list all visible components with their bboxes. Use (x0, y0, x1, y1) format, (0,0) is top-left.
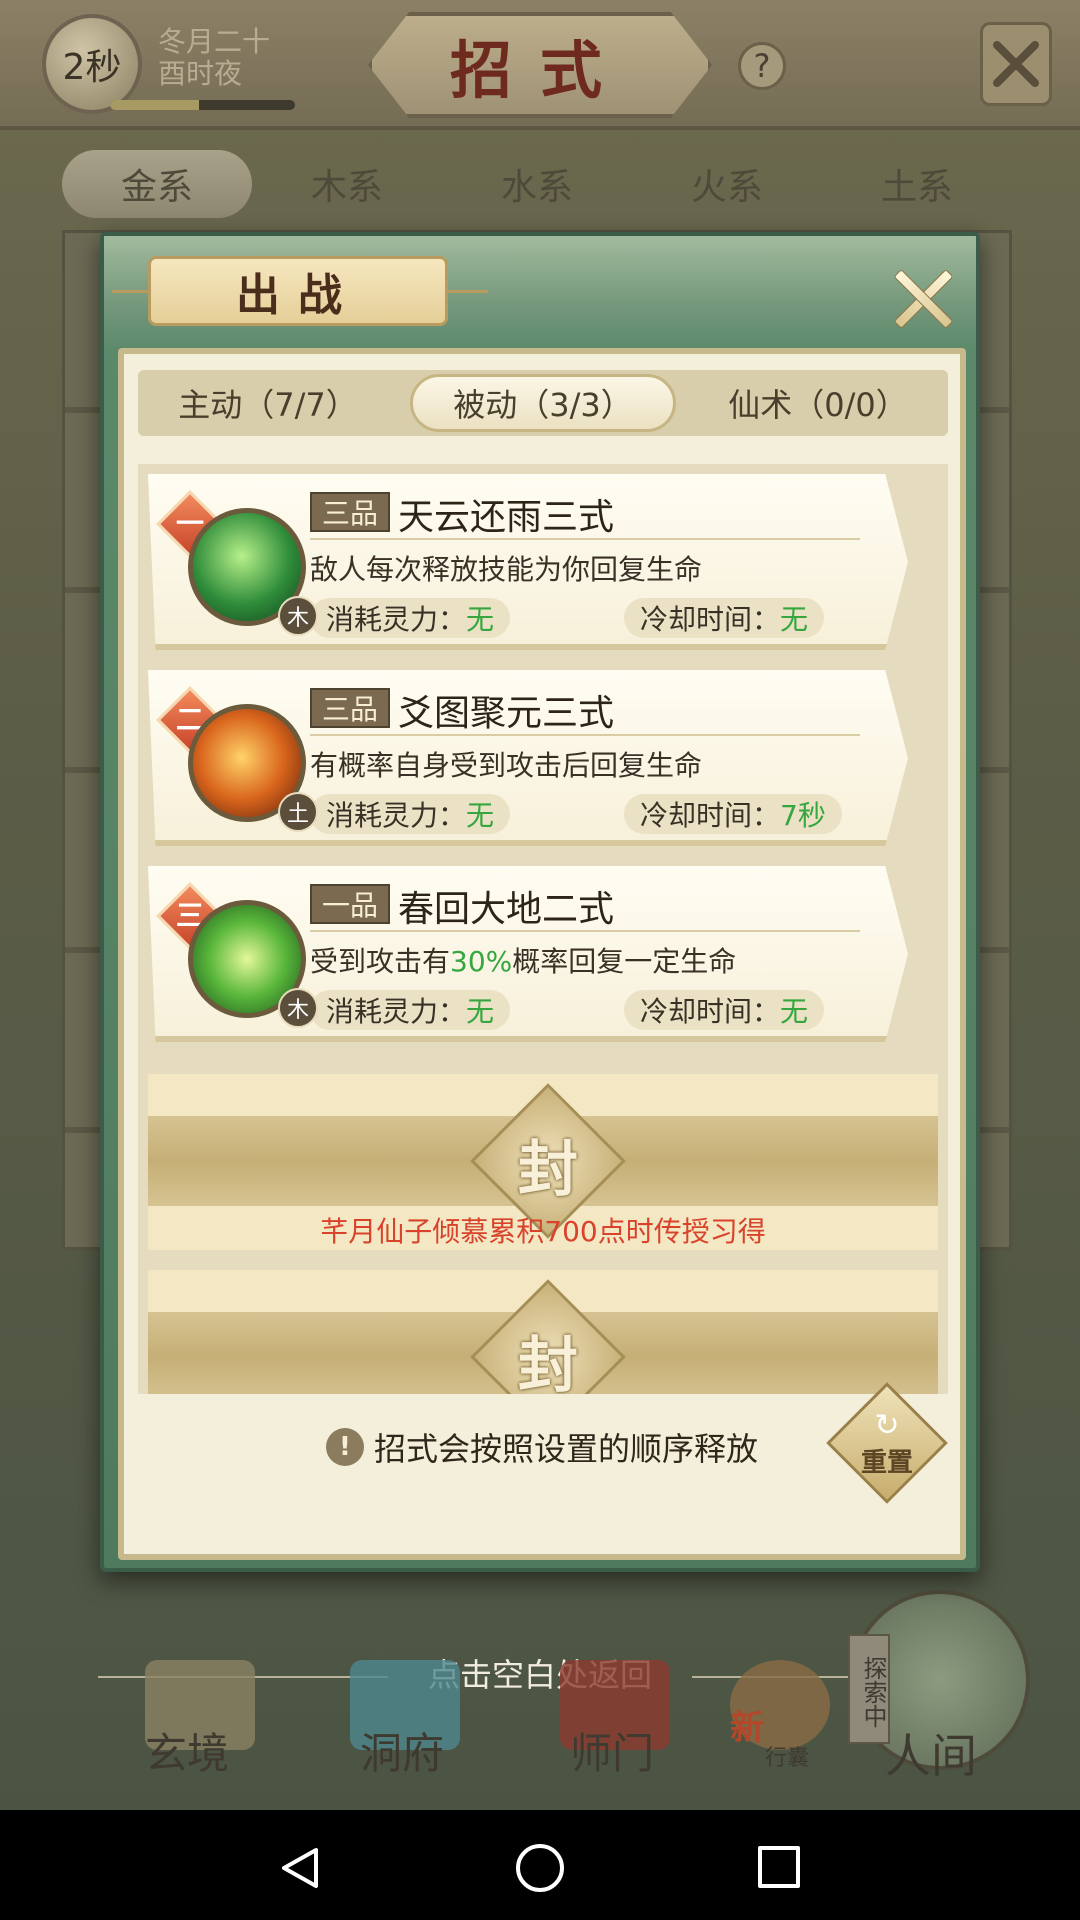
sealed-slot-2[interactable]: 封 (148, 1270, 938, 1394)
modal-close-button[interactable] (890, 266, 954, 330)
skill-name: 爻图聚元三式 (398, 693, 615, 734)
page-title: 招式 (449, 34, 630, 107)
cost-label: 消耗灵力： (326, 799, 467, 832)
divider (310, 538, 860, 540)
skill-grade: 三品 (310, 492, 391, 532)
help-button[interactable]: ? (738, 42, 786, 90)
time-progress-bar (110, 100, 295, 110)
cooldown-pill: 冷却时间：无 (624, 990, 825, 1030)
game-date: 冬月二十 酉时夜 (158, 26, 270, 90)
cost-value: 无 (466, 799, 495, 832)
warning-icon: ! (325, 1428, 364, 1466)
page-close-button[interactable] (980, 22, 1052, 106)
skill-description: 有概率自身受到攻击后回复生命 (310, 749, 703, 782)
modal-title-plaque: 出战 (148, 256, 448, 326)
element-tabs: 金系 木系 水系 火系 土系 (62, 150, 1012, 218)
nav-world[interactable]: 人间 (885, 1720, 977, 1786)
desc-highlight: 30% (450, 945, 513, 978)
skill-description: 敌人每次释放技能为你回复生命 (310, 553, 703, 586)
skill-name: 春回大地二式 (398, 889, 615, 930)
cost-value: 无 (466, 995, 495, 1028)
timer-text: 2秒 (62, 47, 122, 88)
reset-label: 重置 (860, 1448, 913, 1478)
cooldown-value: 无 (780, 603, 809, 636)
tab-active-skills[interactable]: 主动（7/7） (138, 370, 398, 436)
skill-description: 受到攻击有30%概率回复一定生命 (310, 940, 736, 980)
unlock-condition: 芊月仙子倾慕累积700点时传授习得 (320, 1215, 766, 1248)
skill-type-tabs: 主动（7/7） 被动（3/3） 仙术（0/0） (138, 370, 948, 436)
cost-value: 无 (466, 603, 495, 636)
cooldown-value: 7秒 (780, 799, 826, 832)
modal-title: 出战 (236, 270, 360, 321)
desc-part: 概率回复一定生命 (512, 945, 737, 978)
home-icon[interactable] (516, 1844, 564, 1892)
skill-grade: 一品 (310, 884, 391, 924)
tab-passive-skills[interactable]: 被动（3/3） (410, 374, 676, 432)
order-note-text: 招式会按照设置的顺序释放 (373, 1430, 758, 1468)
cost-pill: 消耗灵力：无 (310, 794, 511, 834)
nav-sect[interactable]: 师门 (570, 1720, 654, 1781)
tab-immortal-arts[interactable]: 仙术（0/0） (688, 370, 948, 436)
refresh-icon: ↻ (874, 1408, 900, 1443)
skill-grade: 三品 (310, 688, 391, 728)
system-navigation-bar (0, 1810, 1080, 1920)
modal-panel: 主动（7/7） 被动（3/3） 仙术（0/0） 三品 天云还雨三式 敌人每次释放… (118, 348, 966, 1560)
tab-wood[interactable]: 木系 (252, 150, 442, 218)
exploring-tag: 探索中 (848, 1634, 890, 1744)
date-line-1: 冬月二十 (158, 25, 271, 58)
cooldown-value: 无 (780, 995, 809, 1028)
element-badge: 木 (278, 988, 318, 1028)
title-ornament-left (112, 290, 152, 293)
nav-cave[interactable]: 洞府 (360, 1720, 444, 1781)
equipped-skill-list: 三品 天云还雨三式 敌人每次释放技能为你回复生命 消耗灵力：无 冷却时间：无 三… (138, 464, 948, 1394)
element-badge: 土 (278, 792, 318, 832)
cooldown-pill: 冷却时间：无 (624, 598, 825, 638)
cost-pill: 消耗灵力：无 (310, 990, 511, 1030)
back-icon[interactable] (278, 1846, 322, 1890)
element-badge: 木 (278, 596, 318, 636)
cooldown-label: 冷却时间： (640, 995, 781, 1028)
timer-badge: 2秒 (42, 14, 142, 114)
tab-earth[interactable]: 土系 (822, 150, 1012, 218)
time-progress-fill (110, 100, 199, 110)
cost-pill: 消耗灵力：无 (310, 598, 511, 638)
cost-label: 消耗灵力： (326, 995, 467, 1028)
skill-name: 天云还雨三式 (398, 497, 615, 538)
title-ornament-right (448, 290, 488, 293)
desc-part: 受到攻击有 (310, 945, 451, 978)
cooldown-pill: 冷却时间： 7秒 (624, 794, 842, 834)
bag-new-badge: 新 (730, 1708, 764, 1748)
cooldown-label: 冷却时间： (640, 603, 781, 636)
lock-seal-icon: 封 (518, 1330, 578, 1395)
lock-seal-icon: 封 (518, 1134, 578, 1205)
sealed-slot-1[interactable]: 封 芊月仙子倾慕累积700点时传授习得 (148, 1074, 938, 1250)
divider (310, 734, 860, 736)
recent-apps-icon[interactable] (758, 1846, 800, 1888)
close-icon (993, 41, 1039, 87)
cooldown-label: 冷却时间： (640, 799, 781, 832)
tab-water[interactable]: 水系 (442, 150, 632, 218)
top-bar: 2秒 冬月二十 酉时夜 招式 ? (0, 0, 1080, 130)
nav-bag[interactable]: 行囊 (765, 1740, 809, 1772)
tab-metal[interactable]: 金系 (62, 150, 252, 218)
help-icon: ? (753, 47, 771, 85)
tab-fire[interactable]: 火系 (632, 150, 822, 218)
game-screen: 2秒 冬月二十 酉时夜 招式 ? 金系 木系 水系 火系 土系 点击空白处返回 … (0, 0, 1080, 1810)
date-line-2: 酉时夜 (158, 57, 243, 90)
page-title-plaque: 招式 (368, 12, 712, 118)
divider (310, 930, 860, 932)
cost-label: 消耗灵力： (326, 603, 467, 636)
battle-skills-modal: 出战 主动（7/7） 被动（3/3） 仙术（0/0） 三品 天云还雨三式 敌人每… (100, 232, 980, 1572)
nav-realm[interactable]: 玄境 (145, 1720, 229, 1781)
